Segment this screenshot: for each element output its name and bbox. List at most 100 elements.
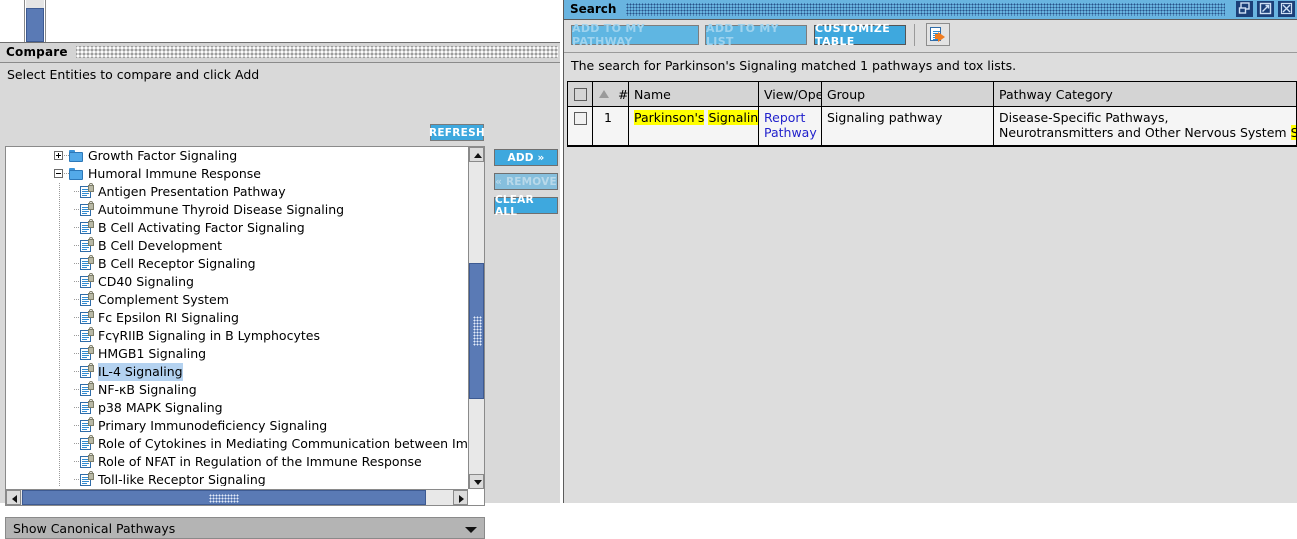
tree-item-label: B Cell Receptor Signaling bbox=[98, 256, 256, 271]
grip-dots-icon bbox=[473, 316, 482, 346]
close-icon[interactable] bbox=[1278, 1, 1295, 17]
scroll-down-button[interactable] bbox=[469, 474, 484, 489]
search-title-bar[interactable]: Search bbox=[564, 0, 1297, 20]
row-name-cell[interactable]: Parkinson's Signaling bbox=[629, 107, 759, 145]
tree-connector bbox=[74, 191, 79, 192]
row-checkbox[interactable] bbox=[574, 112, 587, 125]
view-open-header[interactable]: View/Open bbox=[759, 82, 822, 106]
locked-pathway-document-icon bbox=[80, 201, 94, 217]
pathway-category-header[interactable]: Pathway Category bbox=[994, 82, 1296, 106]
tree-item-label: Role of NFAT in Regulation of the Immune… bbox=[98, 454, 422, 469]
tree-item-label: B Cell Activating Factor Signaling bbox=[98, 220, 305, 235]
scroll-up-button[interactable] bbox=[469, 147, 484, 162]
add-to-my-pathway-button[interactable]: ADD TO MY PATHWAY bbox=[571, 22, 699, 48]
select-all-checkbox[interactable] bbox=[574, 87, 587, 101]
clear-all-button[interactable]: CLEAR ALL bbox=[494, 194, 558, 218]
locked-pathway-document-icon bbox=[80, 381, 94, 397]
drag-grip-icon[interactable] bbox=[626, 3, 1225, 16]
tree-item[interactable]: NF-κB Signaling bbox=[6, 381, 469, 399]
locked-pathway-document-icon bbox=[80, 237, 94, 253]
maximize-icon[interactable] bbox=[1257, 1, 1274, 17]
tree-item[interactable]: FcγRIIB Signaling in B Lymphocytes bbox=[6, 327, 469, 345]
tree-item[interactable]: HMGB1 Signaling bbox=[6, 345, 469, 363]
row-number-header: # bbox=[618, 86, 629, 102]
tree-viewport: Growth Factor Signaling Humoral Immune Re… bbox=[6, 147, 469, 486]
customize-table-button[interactable]: CUSTOMIZE TABLE bbox=[814, 22, 906, 48]
tree-item-label-selected: IL-4 Signaling bbox=[98, 363, 183, 381]
expand-toggle-icon[interactable] bbox=[54, 151, 63, 160]
row-select-cell[interactable] bbox=[568, 107, 593, 145]
tree-guide-line bbox=[59, 255, 60, 273]
select-all-header[interactable] bbox=[568, 82, 593, 106]
tree-item[interactable]: Antigen Presentation Pathway bbox=[6, 183, 469, 201]
refresh-button[interactable]: REFRESH bbox=[429, 124, 485, 141]
tree-vertical-scrollbar[interactable] bbox=[468, 147, 484, 489]
tree-item[interactable]: Complement System bbox=[6, 291, 469, 309]
tree-item[interactable]: Role of Cytokines in Mediating Communica… bbox=[6, 435, 469, 453]
table-row[interactable]: 1 Parkinson's Signaling Report Pathway S… bbox=[568, 107, 1296, 146]
tree-item[interactable]: Role of NFAT in Regulation of the Immune… bbox=[6, 453, 469, 471]
category-line-2-plain: Neurotransmitters and Other Nervous Syst… bbox=[999, 125, 1291, 140]
tree-item[interactable]: Growth Factor Signaling bbox=[6, 147, 469, 165]
tree-item[interactable]: Fc Epsilon RI Signaling bbox=[6, 309, 469, 327]
tree-guide-line bbox=[59, 237, 60, 255]
add-button[interactable]: ADD » bbox=[494, 149, 558, 166]
tree-connector bbox=[74, 281, 79, 282]
drag-grip-icon[interactable] bbox=[76, 46, 558, 58]
scrollbar-thumb[interactable] bbox=[26, 8, 44, 42]
pathway-filter-dropdown[interactable]: Show Canonical Pathways bbox=[5, 517, 485, 539]
tree-item[interactable]: Toll-like Receptor Signaling bbox=[6, 471, 469, 486]
tree-guide-line bbox=[59, 417, 60, 435]
tree-item[interactable]: Autoimmune Thyroid Disease Signaling bbox=[6, 201, 469, 219]
export-document-icon[interactable] bbox=[926, 23, 950, 46]
folder-icon bbox=[69, 168, 83, 180]
report-link[interactable]: Report bbox=[764, 110, 817, 125]
name-header[interactable]: Name bbox=[629, 82, 759, 106]
add-to-my-list-button[interactable]: ADD TO MY LIST bbox=[705, 22, 807, 48]
tree-item[interactable]: Primary Immunodeficiency Signaling bbox=[6, 417, 469, 435]
locked-pathway-document-icon bbox=[80, 309, 94, 325]
tree-guide-line bbox=[59, 345, 60, 363]
collapse-toggle-icon[interactable] bbox=[54, 169, 63, 178]
tree-item-label: Complement System bbox=[98, 292, 229, 307]
compare-title-bar: Compare bbox=[0, 43, 560, 63]
category-line-1: Disease-Specific Pathways, bbox=[999, 110, 1169, 125]
chevron-down-icon[interactable] bbox=[465, 527, 477, 533]
grip-dots-icon bbox=[209, 494, 239, 503]
arrow-head-icon bbox=[938, 32, 945, 42]
entity-tree[interactable]: Growth Factor Signaling Humoral Immune Re… bbox=[5, 146, 485, 506]
tree-item-label: Toll-like Receptor Signaling bbox=[98, 472, 266, 486]
tree-connector bbox=[74, 407, 79, 408]
row-view-open-cell[interactable]: Report Pathway bbox=[759, 107, 822, 145]
tree-item[interactable]: IL-4 Signaling bbox=[6, 363, 469, 381]
tree-item[interactable]: B Cell Activating Factor Signaling bbox=[6, 219, 469, 237]
locked-pathway-document-icon bbox=[80, 219, 94, 235]
tree-item[interactable]: CD40 Signaling bbox=[6, 273, 469, 291]
locked-pathway-document-icon bbox=[80, 417, 94, 433]
sort-ascending-icon[interactable] bbox=[599, 90, 609, 98]
restore-icon[interactable] bbox=[1236, 1, 1253, 17]
tree-item[interactable]: B Cell Development bbox=[6, 237, 469, 255]
dropdown-selected-value: Show Canonical Pathways bbox=[13, 521, 176, 536]
tree-item-label: Primary Immunodeficiency Signaling bbox=[98, 418, 328, 433]
tree-guide-line bbox=[59, 309, 60, 327]
tree-guide-line bbox=[59, 453, 60, 471]
row-group-cell: Signaling pathway bbox=[822, 107, 994, 145]
tree-connector bbox=[74, 317, 79, 318]
tree-connector bbox=[74, 245, 79, 246]
tree-item-label: FcγRIIB Signaling in B Lymphocytes bbox=[98, 328, 320, 343]
compare-panel-title: Compare bbox=[6, 45, 68, 59]
locked-pathway-document-icon bbox=[80, 327, 94, 343]
toolbar-divider bbox=[914, 24, 915, 46]
tree-item[interactable]: B Cell Receptor Signaling bbox=[6, 255, 469, 273]
tree-item[interactable]: Humoral Immune Response bbox=[6, 165, 469, 183]
tree-item[interactable]: p38 MAPK Signaling bbox=[6, 399, 469, 417]
sort-index-header[interactable]: # bbox=[593, 82, 629, 106]
remove-button[interactable]: « REMOVE bbox=[494, 173, 558, 190]
tree-connector bbox=[74, 353, 79, 354]
background-scrollbar-fragment[interactable] bbox=[24, 0, 46, 42]
group-header[interactable]: Group bbox=[822, 82, 994, 106]
tree-guide-line bbox=[59, 399, 60, 417]
vertical-scrollbar-thumb[interactable] bbox=[469, 263, 484, 399]
pathway-link[interactable]: Pathway bbox=[764, 125, 817, 140]
